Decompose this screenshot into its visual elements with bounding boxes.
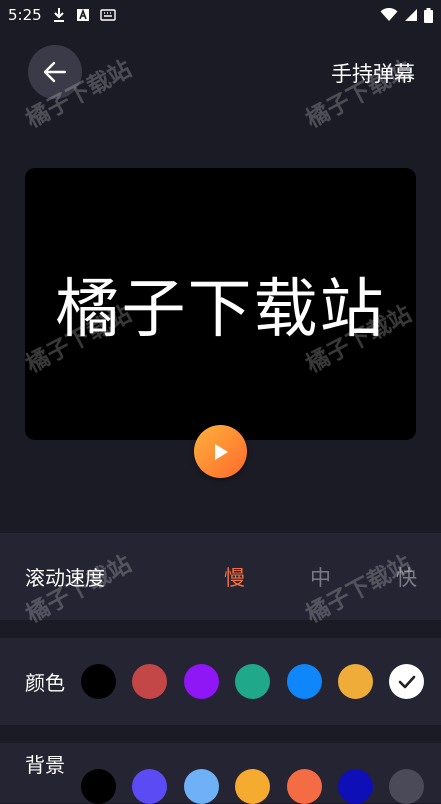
status-time: 5:25 <box>8 6 42 24</box>
bg-swatch-black[interactable] <box>81 769 116 804</box>
color-label: 颜色 <box>25 671 65 695</box>
bg-swatch-gray[interactable] <box>389 769 424 804</box>
danmaku-preview: 橘子下载站 <box>25 168 416 440</box>
check-icon <box>398 675 416 689</box>
signal-icon <box>404 8 418 22</box>
color-swatch-orange[interactable] <box>338 664 373 699</box>
color-swatch-black[interactable] <box>81 664 116 699</box>
arrow-left-icon <box>43 61 67 83</box>
status-bar: 5:25 <box>0 0 441 30</box>
bg-swatch-indigo[interactable] <box>132 769 167 804</box>
play-button[interactable] <box>194 425 247 478</box>
color-swatch-purple[interactable] <box>184 664 219 699</box>
speed-option-fast[interactable]: 快 <box>396 562 417 592</box>
background-panel: 背景 <box>0 743 441 804</box>
background-label: 背景 <box>25 753 65 777</box>
color-swatch-teal[interactable] <box>235 664 270 699</box>
color-panel: 颜色 <box>0 638 441 725</box>
bg-swatch-amber[interactable] <box>235 769 270 804</box>
preview-text: 橘子下载站 <box>55 273 386 347</box>
wifi-icon <box>380 8 398 22</box>
keyboard-icon <box>99 9 116 21</box>
speed-panel: 滚动速度 慢 中 快 <box>0 533 441 620</box>
page-title: 手持弹幕 <box>331 62 415 86</box>
back-button[interactable] <box>28 45 82 99</box>
color-swatch-blue[interactable] <box>287 664 322 699</box>
bg-swatch-coral[interactable] <box>287 769 322 804</box>
speed-label: 滚动速度 <box>25 566 105 590</box>
bg-swatch-light-blue[interactable] <box>184 769 219 804</box>
battery-icon <box>424 7 433 23</box>
bg-swatch-navy[interactable] <box>338 769 373 804</box>
play-icon <box>213 443 229 461</box>
speed-option-medium[interactable]: 中 <box>310 562 331 592</box>
download-icon <box>52 7 66 23</box>
color-swatch-white[interactable] <box>389 664 424 699</box>
color-swatch-red[interactable] <box>132 664 167 699</box>
speed-option-slow[interactable]: 慢 <box>224 562 245 592</box>
app-a-icon <box>76 8 90 22</box>
